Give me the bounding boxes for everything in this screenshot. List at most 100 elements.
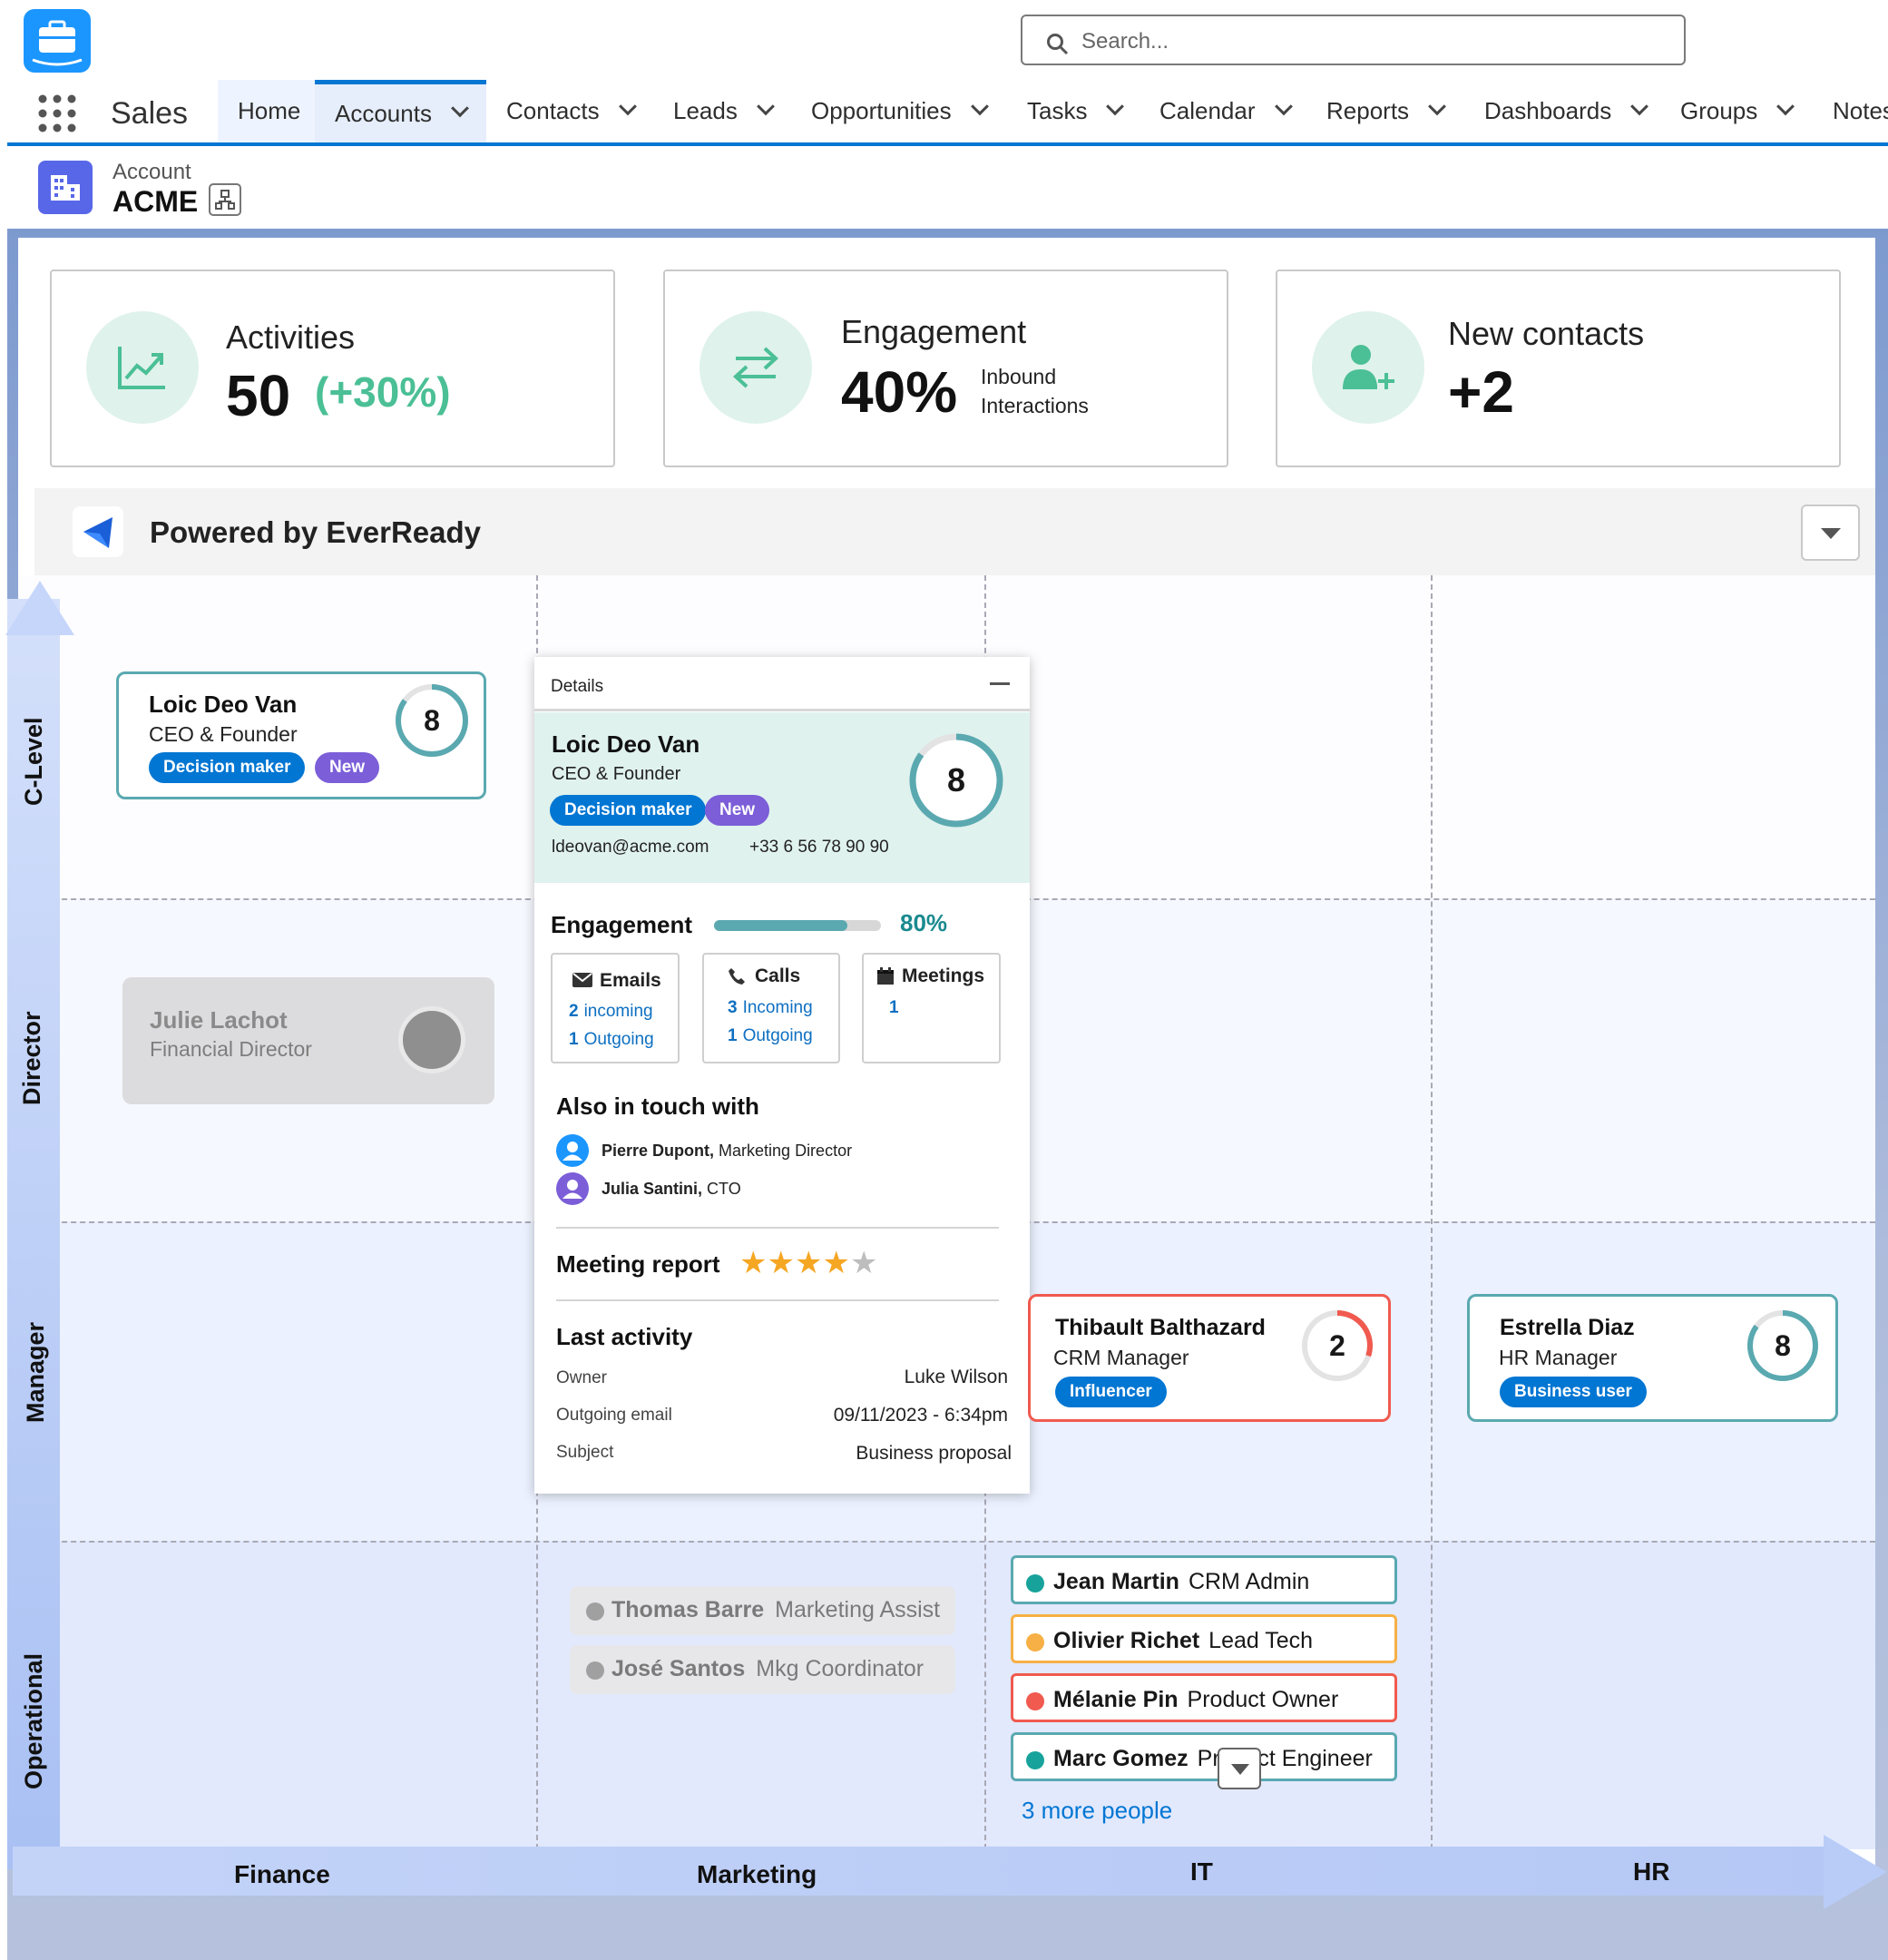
building-icon: [51, 175, 80, 201]
contact-name: Loic Deo Van: [552, 730, 700, 758]
chevron-down-icon[interactable]: [618, 96, 637, 115]
pill-role: Product Owner: [1187, 1687, 1339, 1712]
popover-contact-section: Loic Deo Van CEO & Founder Decision make…: [534, 712, 1030, 883]
chevron-down-icon[interactable]: [756, 96, 775, 115]
kpi-value: 40%: [841, 359, 958, 425]
related-contact-name: Pierre Dupont,: [602, 1142, 715, 1160]
row-value-outgoing-email: 09/11/2023 - 6:34pm: [833, 1405, 1008, 1426]
contact-pill-olivier[interactable]: Olivier Richet Lead Tech: [1011, 1614, 1397, 1663]
contact-card-estrella[interactable]: Estrella Diaz HR Manager Business user 8: [1467, 1294, 1838, 1422]
status-dot: [1026, 1692, 1044, 1710]
kpi-sub-2: Interactions: [981, 394, 1089, 417]
chevron-down-icon[interactable]: [1274, 96, 1293, 115]
related-contact[interactable]: Julia Santini, CTO: [602, 1180, 741, 1199]
popover-title: Details: [551, 677, 604, 696]
label: Outgoing: [583, 1030, 654, 1049]
divider: [556, 1227, 999, 1229]
nav-tab-accounts[interactable]: Accounts: [315, 80, 486, 142]
nav-label: Dashboards: [1484, 97, 1612, 124]
nav-tab-home[interactable]: Home: [218, 80, 321, 142]
kpi-new-contacts: New contacts +2: [1276, 270, 1841, 467]
channel-incoming: 3 Incoming: [728, 998, 813, 1018]
more-people-link[interactable]: 3 more people: [1022, 1797, 1172, 1825]
pill-name: Olivier Richet: [1053, 1628, 1200, 1653]
engagement-bar: [714, 920, 881, 931]
record-type-label: Account: [112, 160, 191, 184]
pill-name: Marc Gomez: [1053, 1746, 1189, 1771]
kpi-value: +2: [1448, 359, 1514, 425]
contact-card-thibault[interactable]: Thibault Balthazard CRM Manager Influenc…: [1028, 1294, 1391, 1422]
hierarchy-button[interactable]: [209, 183, 241, 216]
contact-pill-thomas[interactable]: Thomas Barre Marketing Assist: [570, 1586, 955, 1635]
related-contact-name: Julia Santini,: [602, 1180, 703, 1198]
chevron-down-icon[interactable]: [970, 96, 989, 115]
kpi-activities: Activities 50 (+30%): [50, 270, 615, 467]
nav-tab-contacts[interactable]: Contacts: [486, 80, 654, 142]
score-value: 8: [1775, 1329, 1791, 1362]
chevron-down-icon[interactable]: [451, 99, 469, 118]
contact-pill-jose[interactable]: José Santos Mkg Coordinator: [570, 1645, 955, 1694]
contact-card-loic[interactable]: Loic Deo Van CEO & Founder Decision make…: [116, 671, 486, 799]
badge-influencer: Influencer: [1055, 1377, 1167, 1407]
star-filled-icon: ★: [767, 1246, 795, 1280]
count: 2: [569, 1002, 579, 1021]
badge-new: New: [705, 795, 770, 826]
contact-card-julie[interactable]: Julie Lachot Financial Director: [122, 977, 494, 1104]
kpi-value: 50: [226, 363, 291, 428]
nav-tab-reports[interactable]: Reports: [1306, 80, 1463, 142]
chevron-down-icon[interactable]: [1630, 96, 1649, 115]
nav-tab-leads[interactable]: Leads: [653, 80, 792, 142]
row-label-owner: Owner: [556, 1368, 607, 1387]
nav-tab-tasks[interactable]: Tasks: [1007, 80, 1141, 142]
caret-down-icon: [1231, 1764, 1249, 1775]
status-dot: [1026, 1633, 1044, 1651]
phone-icon: [729, 968, 745, 985]
avatar-icon: [556, 1172, 589, 1205]
nav-label: Tasks: [1027, 97, 1088, 124]
contact-pill-marc[interactable]: Marc Gomez Product Engineer: [1011, 1732, 1397, 1781]
contact-role: CEO & Founder: [552, 764, 681, 784]
score-value: 2: [1329, 1329, 1345, 1362]
chevron-down-icon[interactable]: [1428, 96, 1446, 115]
nav-tab-dashboards[interactable]: Dashboards: [1464, 80, 1666, 142]
contact-email[interactable]: ldeovan@acme.com: [552, 838, 709, 858]
row-label-outgoing-email: Outgoing email: [556, 1406, 672, 1425]
app-launcher[interactable]: [38, 94, 76, 137]
panel-menu-button[interactable]: [1801, 505, 1860, 561]
channel-emails[interactable]: Emails 2 incoming 1 Outgoing: [551, 953, 680, 1063]
nav-tab-groups[interactable]: Groups: [1660, 80, 1812, 142]
global-search-input[interactable]: Search...: [1021, 15, 1686, 65]
nav-tab-calendar[interactable]: Calendar: [1140, 80, 1310, 142]
related-contact[interactable]: Pierre Dupont, Marketing Director: [602, 1142, 852, 1161]
search-icon: [1047, 34, 1069, 55]
chevron-down-icon[interactable]: [1776, 96, 1795, 115]
expand-list-button[interactable]: [1218, 1748, 1261, 1789]
app-name: Sales: [111, 96, 189, 131]
powered-by-label: Powered by EverReady: [150, 515, 481, 549]
y-axis-label-manager: Manager: [22, 1321, 49, 1423]
contact-phone[interactable]: +33 6 56 78 90 90: [749, 838, 889, 858]
nav-label: Contacts: [506, 97, 600, 124]
pill-text: Thomas Barre Marketing Assist: [611, 1597, 940, 1623]
nav-tab-notes[interactable]: Notes: [1813, 80, 1888, 142]
paper-plane-icon: [83, 517, 112, 548]
nav-tab-opportunities[interactable]: Opportunities: [791, 80, 1006, 142]
pill-name: Jean Martin: [1053, 1569, 1179, 1594]
x-axis-label-it: IT: [1190, 1857, 1213, 1886]
row-value-owner: Luke Wilson: [904, 1367, 1008, 1387]
nav-label: Reports: [1326, 97, 1410, 124]
channel-calls[interactable]: Calls 3 Incoming 1 Outgoing: [702, 953, 840, 1063]
star-empty-icon: ★: [849, 1246, 878, 1280]
account-record-icon: [38, 161, 93, 214]
related-contact-role: Marketing Director: [719, 1142, 853, 1160]
chevron-down-icon[interactable]: [1106, 96, 1125, 115]
contact-pill-melanie[interactable]: Mélanie Pin Product Owner: [1011, 1673, 1397, 1722]
search-placeholder: Search...: [1081, 29, 1169, 54]
channel-meetings[interactable]: Meetings 1: [862, 953, 1001, 1063]
row-label-subject: Subject: [556, 1443, 614, 1462]
y-axis-label-operational: Operational: [20, 1652, 47, 1789]
channel-title: Meetings: [902, 965, 985, 986]
contact-pill-jean[interactable]: Jean Martin CRM Admin: [1011, 1555, 1397, 1604]
minimize-icon[interactable]: [990, 682, 1010, 685]
x-axis-label-finance: Finance: [234, 1860, 330, 1888]
